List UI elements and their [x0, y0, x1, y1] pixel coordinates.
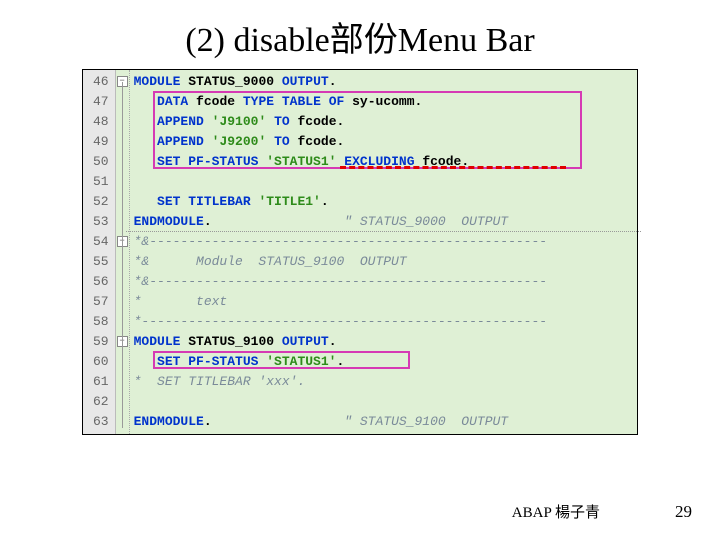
code-line: [134, 172, 633, 192]
code-line: SET PF-STATUS 'STATUS1'.: [134, 352, 633, 372]
line-number: 52: [93, 192, 109, 212]
line-number: 46: [93, 72, 109, 92]
code-line: * SET TITLEBAR 'xxx'.: [134, 372, 633, 392]
code-line: SET PF-STATUS 'STATUS1' EXCLUDING fcode.: [134, 152, 633, 172]
line-number: 54: [93, 232, 109, 252]
line-number-gutter: 464748495051525354555657585960616263: [83, 70, 116, 434]
line-number: 53: [93, 212, 109, 232]
code-line: MODULE STATUS_9000 OUTPUT.: [134, 72, 633, 92]
code-line: APPEND 'J9100' TO fcode.: [134, 112, 633, 132]
line-number: 63: [93, 412, 109, 432]
line-number: 61: [93, 372, 109, 392]
fold-column: −−−: [116, 70, 130, 434]
code-line: *---------------------------------------…: [134, 312, 633, 332]
line-number: 62: [93, 392, 109, 412]
line-number: 49: [93, 132, 109, 152]
line-number: 57: [93, 292, 109, 312]
line-number: 47: [93, 92, 109, 112]
footer-author: ABAP 楊子青: [512, 501, 600, 522]
code-line: APPEND 'J9200' TO fcode.: [134, 132, 633, 152]
code-line: * text: [134, 292, 633, 312]
code-line: *&--------------------------------------…: [134, 232, 633, 252]
line-number: 56: [93, 272, 109, 292]
code-line: ENDMODULE. " STATUS_9100 OUTPUT: [134, 412, 633, 432]
code-line: MODULE STATUS_9100 OUTPUT.: [134, 332, 633, 352]
code-line: DATA fcode TYPE TABLE OF sy-ucomm.: [134, 92, 633, 112]
code-line: *&--------------------------------------…: [134, 272, 633, 292]
line-number: 50: [93, 152, 109, 172]
code-line: ENDMODULE. " STATUS_9000 OUTPUT: [134, 212, 633, 232]
code-editor: 464748495051525354555657585960616263 −−−…: [82, 69, 638, 435]
code-line: [134, 392, 633, 412]
line-number: 58: [93, 312, 109, 332]
footer-page-number: 29: [675, 502, 692, 522]
line-number: 60: [93, 352, 109, 372]
code-line: *& Module STATUS_9100 OUTPUT: [134, 252, 633, 272]
line-number: 59: [93, 332, 109, 352]
line-number: 48: [93, 112, 109, 132]
line-number: 55: [93, 252, 109, 272]
line-number: 51: [93, 172, 109, 192]
code-line: SET TITLEBAR 'TITLE1'.: [134, 192, 633, 212]
code-area: MODULE STATUS_9000 OUTPUT. DATA fcode TY…: [130, 70, 637, 434]
slide-title: (2) disable部份Menu Bar: [0, 0, 720, 69]
